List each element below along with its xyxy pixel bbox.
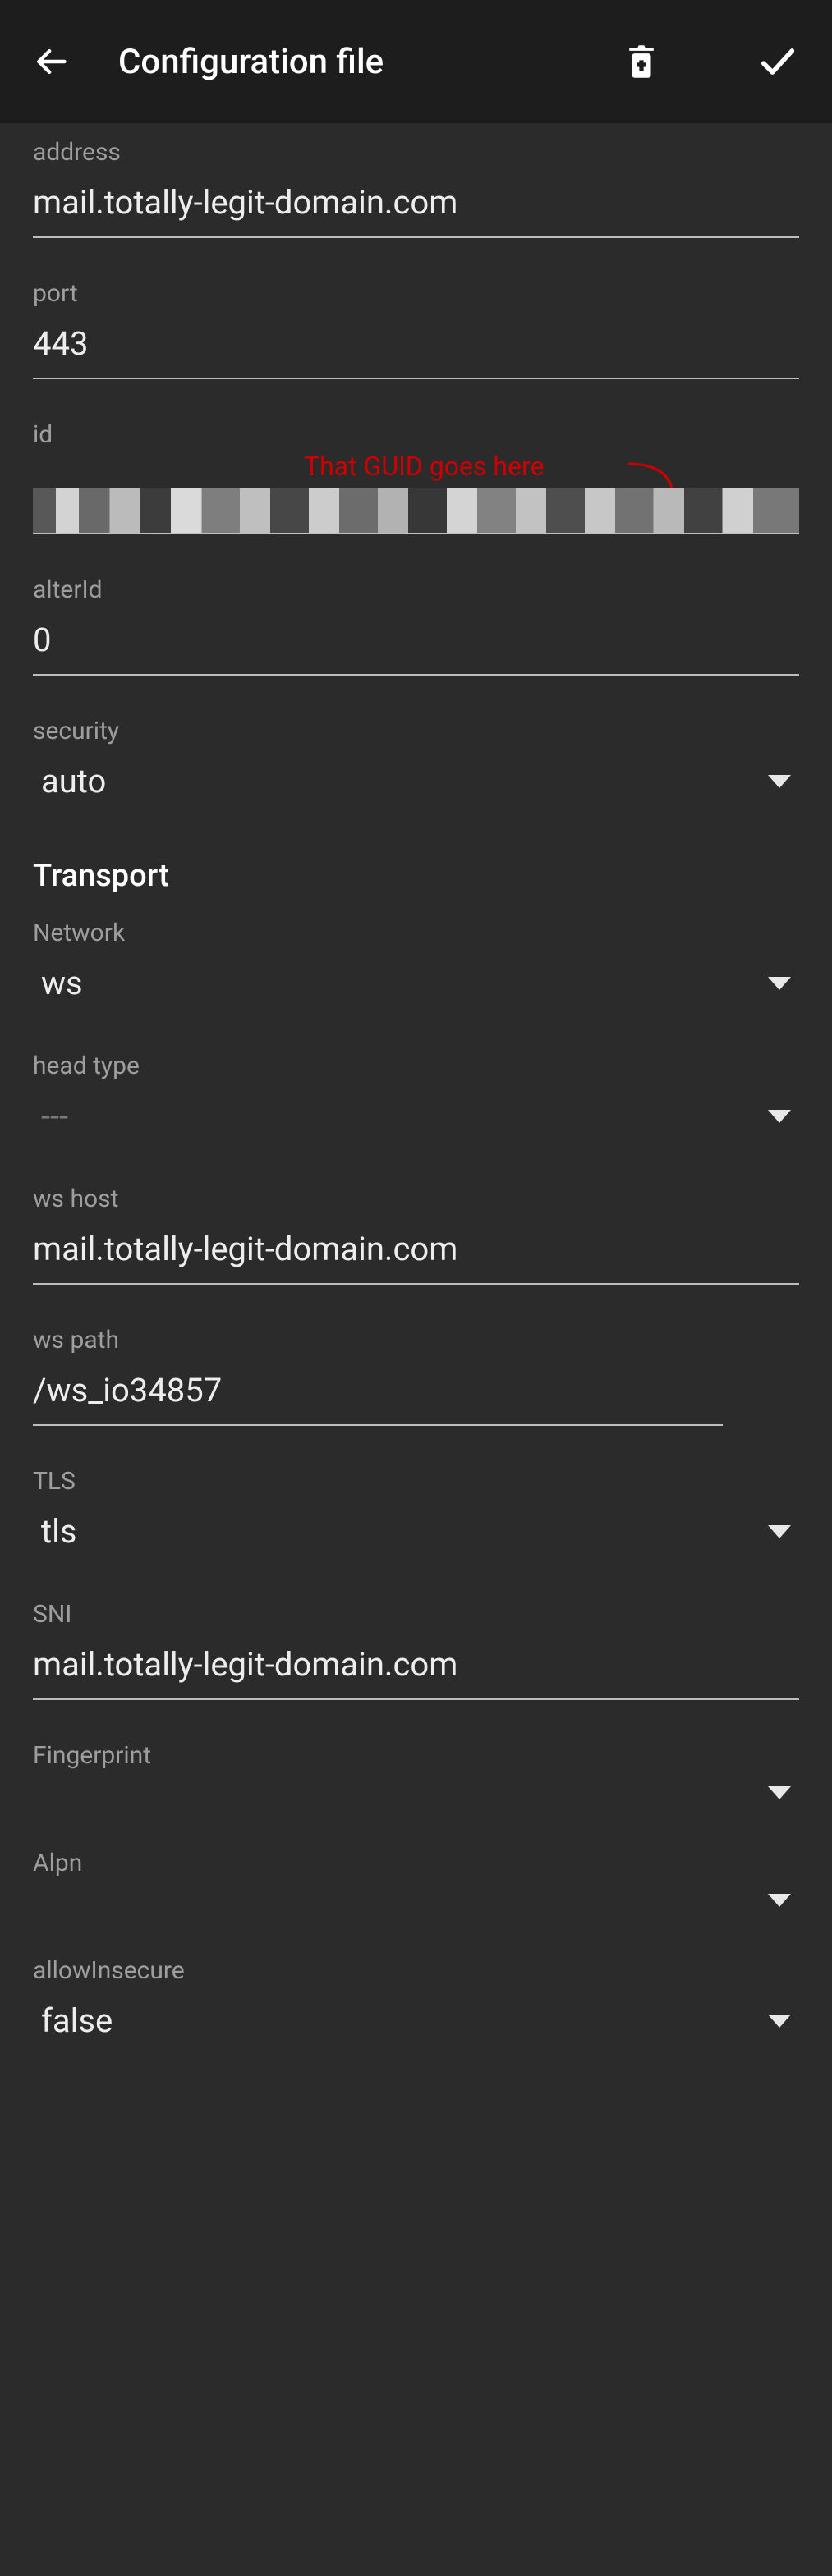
chevron-down-icon — [768, 1525, 791, 1538]
port-label: port — [33, 279, 799, 308]
chevron-down-icon — [768, 1786, 791, 1799]
field-sni: SNI mail.totally-legit-domain.com — [33, 1600, 799, 1700]
headtype-label: head type — [33, 1052, 799, 1080]
field-fingerprint: Fingerprint — [33, 1741, 799, 1808]
back-icon[interactable] — [33, 44, 69, 80]
sni-label: SNI — [33, 1600, 799, 1629]
wshost-label: ws host — [33, 1185, 799, 1213]
fingerprint-label: Fingerprint — [33, 1741, 799, 1770]
headtype-value: --- — [41, 1097, 68, 1135]
section-transport: Transport — [33, 858, 799, 894]
wspath-input[interactable]: /ws_io34857 — [33, 1366, 723, 1426]
confirm-icon[interactable] — [756, 40, 799, 83]
network-value: ws — [41, 964, 83, 1002]
security-select[interactable]: auto — [33, 757, 799, 809]
chevron-down-icon — [768, 775, 791, 788]
allowinsecure-label: allowInsecure — [33, 1956, 799, 1985]
field-headtype: head type --- — [33, 1052, 799, 1144]
field-wshost: ws host mail.totally-legit-domain.com — [33, 1185, 799, 1285]
alterid-input[interactable]: 0 — [33, 616, 799, 676]
wshost-input[interactable]: mail.totally-legit-domain.com — [33, 1225, 799, 1285]
field-id: id That GUID goes here — [33, 420, 799, 534]
id-annotation-text: That GUID goes here — [304, 451, 544, 482]
field-tls: TLS tls — [33, 1467, 799, 1559]
field-port: port 443 — [33, 279, 799, 379]
chevron-down-icon — [768, 977, 791, 990]
field-wspath: ws path /ws_io34857 — [33, 1326, 799, 1426]
tls-value: tls — [41, 1512, 76, 1551]
security-label: security — [33, 717, 799, 745]
page-title: Configuration file — [118, 42, 576, 82]
address-input[interactable]: mail.totally-legit-domain.com — [33, 178, 799, 238]
id-label: id — [33, 420, 799, 449]
fingerprint-select[interactable] — [33, 1781, 799, 1808]
network-label: Network — [33, 919, 799, 947]
field-alterid: alterId 0 — [33, 575, 799, 676]
headtype-select[interactable]: --- — [33, 1092, 799, 1144]
field-network: Network ws — [33, 919, 799, 1011]
security-value: auto — [41, 762, 106, 800]
sni-input[interactable]: mail.totally-legit-domain.com — [33, 1640, 799, 1700]
wspath-label: ws path — [33, 1326, 799, 1354]
tls-select[interactable]: tls — [33, 1507, 799, 1559]
network-select[interactable]: ws — [33, 959, 799, 1011]
chevron-down-icon — [768, 1894, 791, 1907]
alterid-label: alterId — [33, 575, 799, 604]
field-security: security auto — [33, 717, 799, 809]
id-input[interactable] — [33, 488, 799, 534]
field-alpn: Alpn — [33, 1849, 799, 1915]
allowinsecure-select[interactable]: false — [33, 1996, 799, 2048]
app-bar: Configuration file — [0, 0, 832, 123]
chevron-down-icon — [768, 2015, 791, 2028]
delete-icon[interactable] — [625, 43, 658, 80]
field-allowinsecure: allowInsecure false — [33, 1956, 799, 2048]
alpn-select[interactable] — [33, 1889, 799, 1915]
alpn-label: Alpn — [33, 1849, 799, 1877]
tls-label: TLS — [33, 1467, 799, 1496]
allowinsecure-value: false — [41, 2001, 113, 2040]
address-label: address — [33, 138, 799, 167]
port-input[interactable]: 443 — [33, 319, 799, 379]
field-address: address mail.totally-legit-domain.com — [33, 138, 799, 238]
chevron-down-icon — [768, 1110, 791, 1123]
